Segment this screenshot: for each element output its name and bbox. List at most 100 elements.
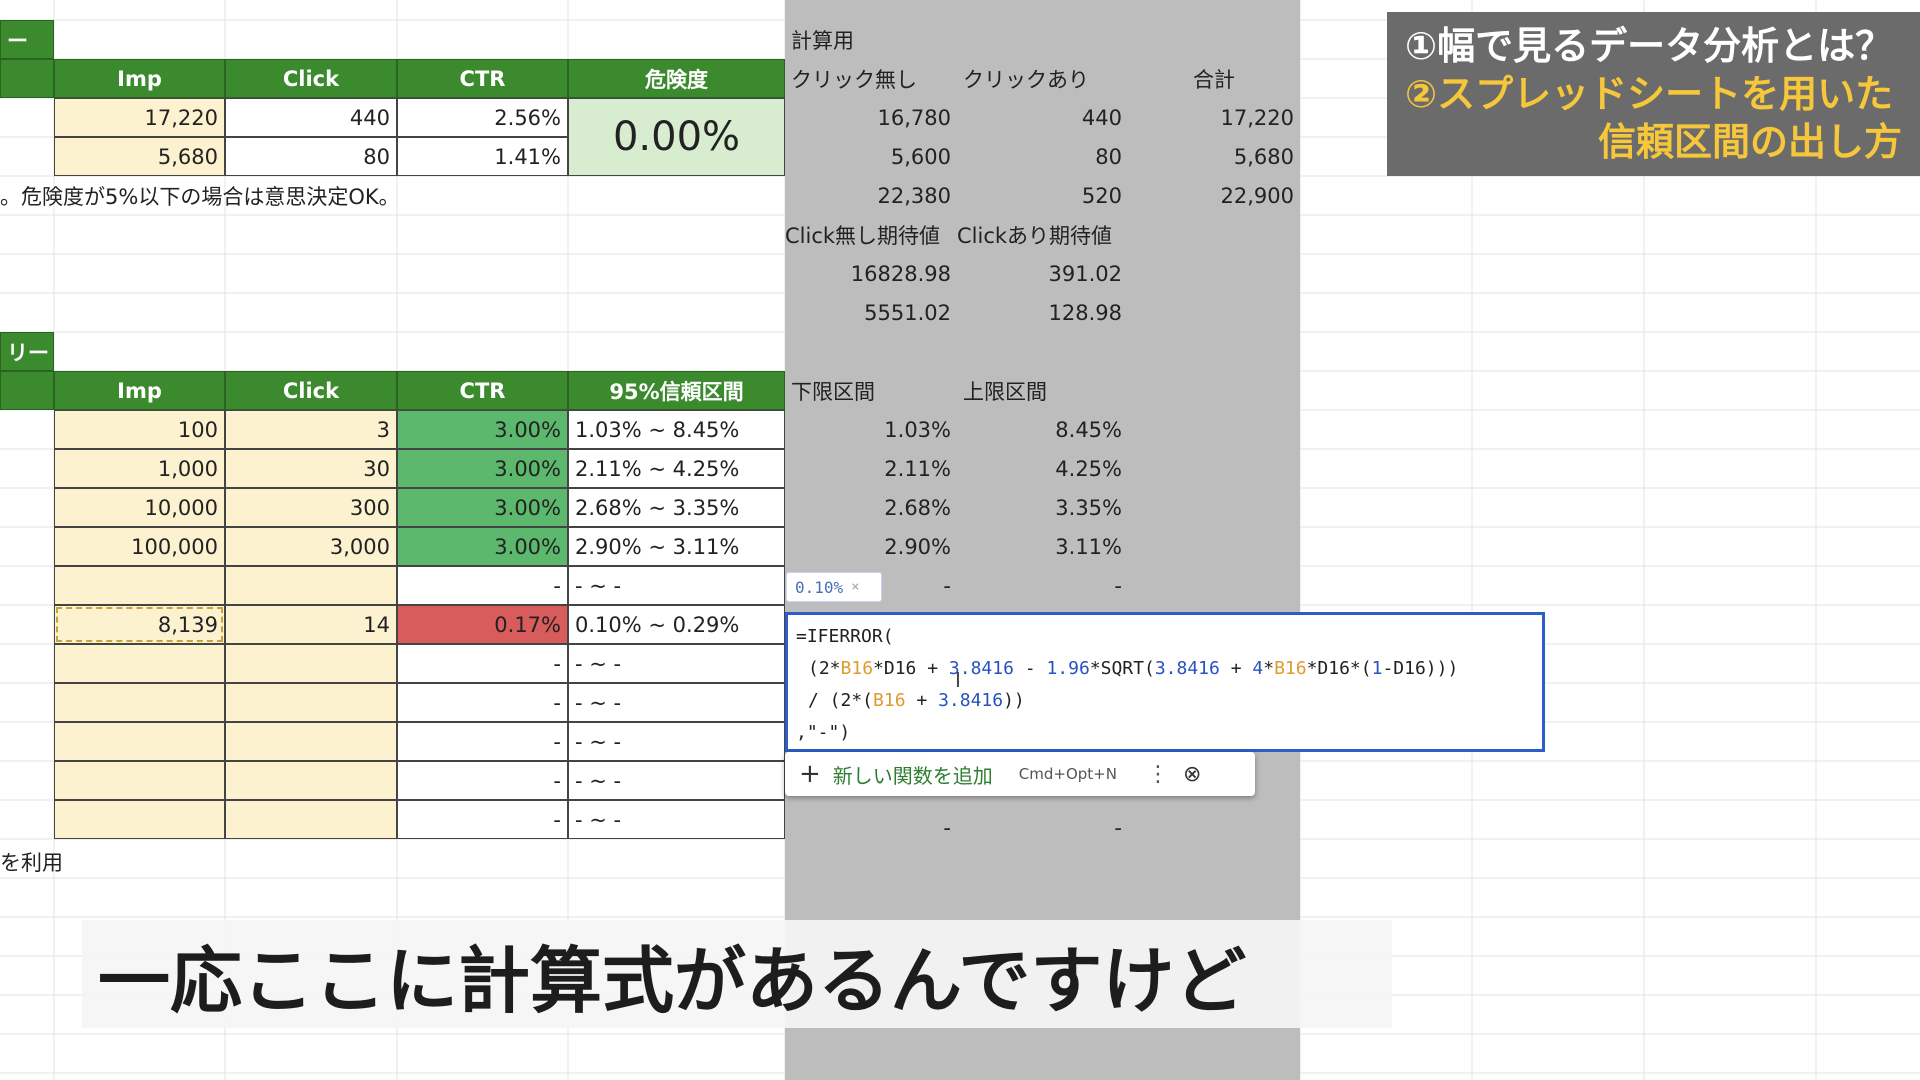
ci-cell-imp[interactable]: 1,000 <box>54 449 225 488</box>
interval-cell[interactable]: 2.11% <box>785 449 957 488</box>
ci-cell-click[interactable] <box>225 683 397 722</box>
ci-cell-ci[interactable]: 2.11% ~ 4.25% <box>568 449 785 488</box>
video-title-overlay: ①幅で見るデータ分析とは？ ②スプレッドシートを用いた 信頼区間の出し方 <box>1387 12 1920 176</box>
interval-cell[interactable]: - <box>785 808 957 847</box>
ci-cell-ctr[interactable]: 3.00% <box>397 527 568 566</box>
formula-editor[interactable]: =IFERROR( (2*B16*D16 + 3.8416 - 1.96*SQR… <box>785 612 1545 752</box>
ci-cell-ctr[interactable]: 0.17% <box>397 605 568 644</box>
ci-cell-ci[interactable]: 0.10% ~ 0.29% <box>568 605 785 644</box>
section-tab-top[interactable]: ー <box>0 20 54 59</box>
ci-cell-imp[interactable]: 100,000 <box>54 527 225 566</box>
ci-cell-ctr[interactable]: - <box>397 566 568 605</box>
cell-click[interactable]: 80 <box>225 137 397 176</box>
plus-icon[interactable]: + <box>799 759 821 789</box>
calc-cell[interactable]: 80 <box>957 137 1128 176</box>
close-icon[interactable]: × <box>851 579 859 595</box>
ci-cell-click[interactable] <box>225 722 397 761</box>
calc-cell[interactable]: 520 <box>957 176 1128 215</box>
expected-cell[interactable]: 391.02 <box>957 254 1128 293</box>
ci-cell-ci[interactable]: 1.03% ~ 8.45% <box>568 410 785 449</box>
section-tab-ci[interactable]: リー <box>0 332 54 371</box>
add-function-button[interactable]: 新しい関数を追加 <box>833 760 993 789</box>
ci-cell-imp[interactable]: 100 <box>54 410 225 449</box>
ci-cell-click[interactable]: 3 <box>225 410 397 449</box>
header-ctr-top[interactable]: CTR <box>397 59 568 98</box>
ci-cell-click[interactable] <box>225 644 397 683</box>
header-imp-top[interactable]: Imp <box>54 59 225 98</box>
ci-cell-imp[interactable] <box>54 644 225 683</box>
expected-cell[interactable]: 5551.02 <box>785 293 957 332</box>
risk-note: 。危険度が5%以下の場合は意思決定OK。 <box>0 184 400 209</box>
cell-imp[interactable]: 17,220 <box>54 98 225 137</box>
ci-cell-imp[interactable] <box>54 566 225 605</box>
ci-cell-ci[interactable]: - ~ - <box>568 722 785 761</box>
calc-cell[interactable]: 22,380 <box>785 176 957 215</box>
calc-cell[interactable]: 22,900 <box>1128 176 1300 215</box>
expected-cell[interactable]: 16828.98 <box>785 254 957 293</box>
close-icon[interactable]: ⊗ <box>1183 762 1201 787</box>
header-click-ci[interactable]: Click <box>225 371 397 410</box>
more-options-icon[interactable]: ⋮ <box>1147 762 1169 787</box>
ci-cell-click[interactable]: 300 <box>225 488 397 527</box>
expected-cell[interactable]: 128.98 <box>957 293 1128 332</box>
ci-cell-ctr[interactable]: 3.00% <box>397 410 568 449</box>
interval-cell[interactable]: 3.11% <box>957 527 1128 566</box>
interval-cell[interactable]: 2.68% <box>785 488 957 527</box>
interval-cell[interactable]: 4.25% <box>957 449 1128 488</box>
ci-cell-click[interactable] <box>225 761 397 800</box>
cell-imp[interactable]: 5,680 <box>54 137 225 176</box>
ci-cell-ctr[interactable]: - <box>397 761 568 800</box>
ci-cell-imp[interactable]: 10,000 <box>54 488 225 527</box>
ci-cell-click[interactable]: 14 <box>225 605 397 644</box>
formula-result-tooltip[interactable]: 0.10% × <box>786 572 882 602</box>
ci-cell-ci[interactable]: 2.68% ~ 3.35% <box>568 488 785 527</box>
calc-cell[interactable]: 16,780 <box>785 98 957 137</box>
interval-cell[interactable]: 3.35% <box>957 488 1128 527</box>
ci-cell-click[interactable]: 30 <box>225 449 397 488</box>
ci-cell-imp[interactable] <box>54 683 225 722</box>
interval-cell[interactable]: - <box>957 566 1128 605</box>
ci-cell-ctr[interactable]: 3.00% <box>397 449 568 488</box>
ci-cell-ctr[interactable]: - <box>397 800 568 839</box>
ci-cell-ci[interactable]: 2.90% ~ 3.11% <box>568 527 785 566</box>
header-risk-top[interactable]: 危険度 <box>568 59 785 98</box>
ci-cell-ci[interactable]: - ~ - <box>568 683 785 722</box>
ci-cell-ctr[interactable]: - <box>397 683 568 722</box>
ci-cell-imp[interactable] <box>54 722 225 761</box>
ci-cell-ci[interactable]: - ~ - <box>568 566 785 605</box>
ci-cell-ci[interactable]: - ~ - <box>568 761 785 800</box>
cell-ctr[interactable]: 1.41% <box>397 137 568 176</box>
add-function-menu[interactable]: + 新しい関数を追加 Cmd+Opt+N ⋮ ⊗ <box>785 752 1255 796</box>
ci-cell-click[interactable]: 3,000 <box>225 527 397 566</box>
calc-cell[interactable]: 440 <box>957 98 1128 137</box>
expected-header: Clickあり期待値 <box>957 223 1113 248</box>
ci-cell-click[interactable] <box>225 800 397 839</box>
ci-cell-imp[interactable] <box>54 761 225 800</box>
interval-header: 上限区間 <box>963 379 1047 404</box>
header-ci[interactable]: 95%信頼区間 <box>568 371 785 410</box>
risk-value-cell[interactable]: 0.00% <box>568 98 785 176</box>
ci-cell-click[interactable] <box>225 566 397 605</box>
title-line-1: ①幅で見るデータ分析とは？ <box>1405 24 1894 68</box>
interval-cell[interactable]: 1.03% <box>785 410 957 449</box>
ci-cell-ctr[interactable]: - <box>397 644 568 683</box>
cell-click[interactable]: 440 <box>225 98 397 137</box>
header-imp-ci[interactable]: Imp <box>54 371 225 410</box>
ci-cell-ctr[interactable]: - <box>397 722 568 761</box>
calc-cell[interactable]: 17,220 <box>1128 98 1300 137</box>
ci-cell-imp[interactable] <box>54 800 225 839</box>
ci-cell-ctr[interactable]: 3.00% <box>397 488 568 527</box>
calc-cell[interactable]: 5,680 <box>1128 137 1300 176</box>
interval-cell[interactable]: - <box>957 808 1128 847</box>
calc-section-label: 計算用 <box>791 28 854 53</box>
calc-cell[interactable]: 5,600 <box>785 137 957 176</box>
expected-header: Click無し期待値 <box>785 223 941 248</box>
ci-cell-ci[interactable]: - ~ - <box>568 644 785 683</box>
interval-cell[interactable]: 8.45% <box>957 410 1128 449</box>
ci-cell-imp[interactable]: 8,139 <box>54 605 225 644</box>
cell-ctr[interactable]: 2.56% <box>397 98 568 137</box>
ci-cell-ci[interactable]: - ~ - <box>568 800 785 839</box>
header-ctr-ci[interactable]: CTR <box>397 371 568 410</box>
header-click-top[interactable]: Click <box>225 59 397 98</box>
interval-cell[interactable]: 2.90% <box>785 527 957 566</box>
